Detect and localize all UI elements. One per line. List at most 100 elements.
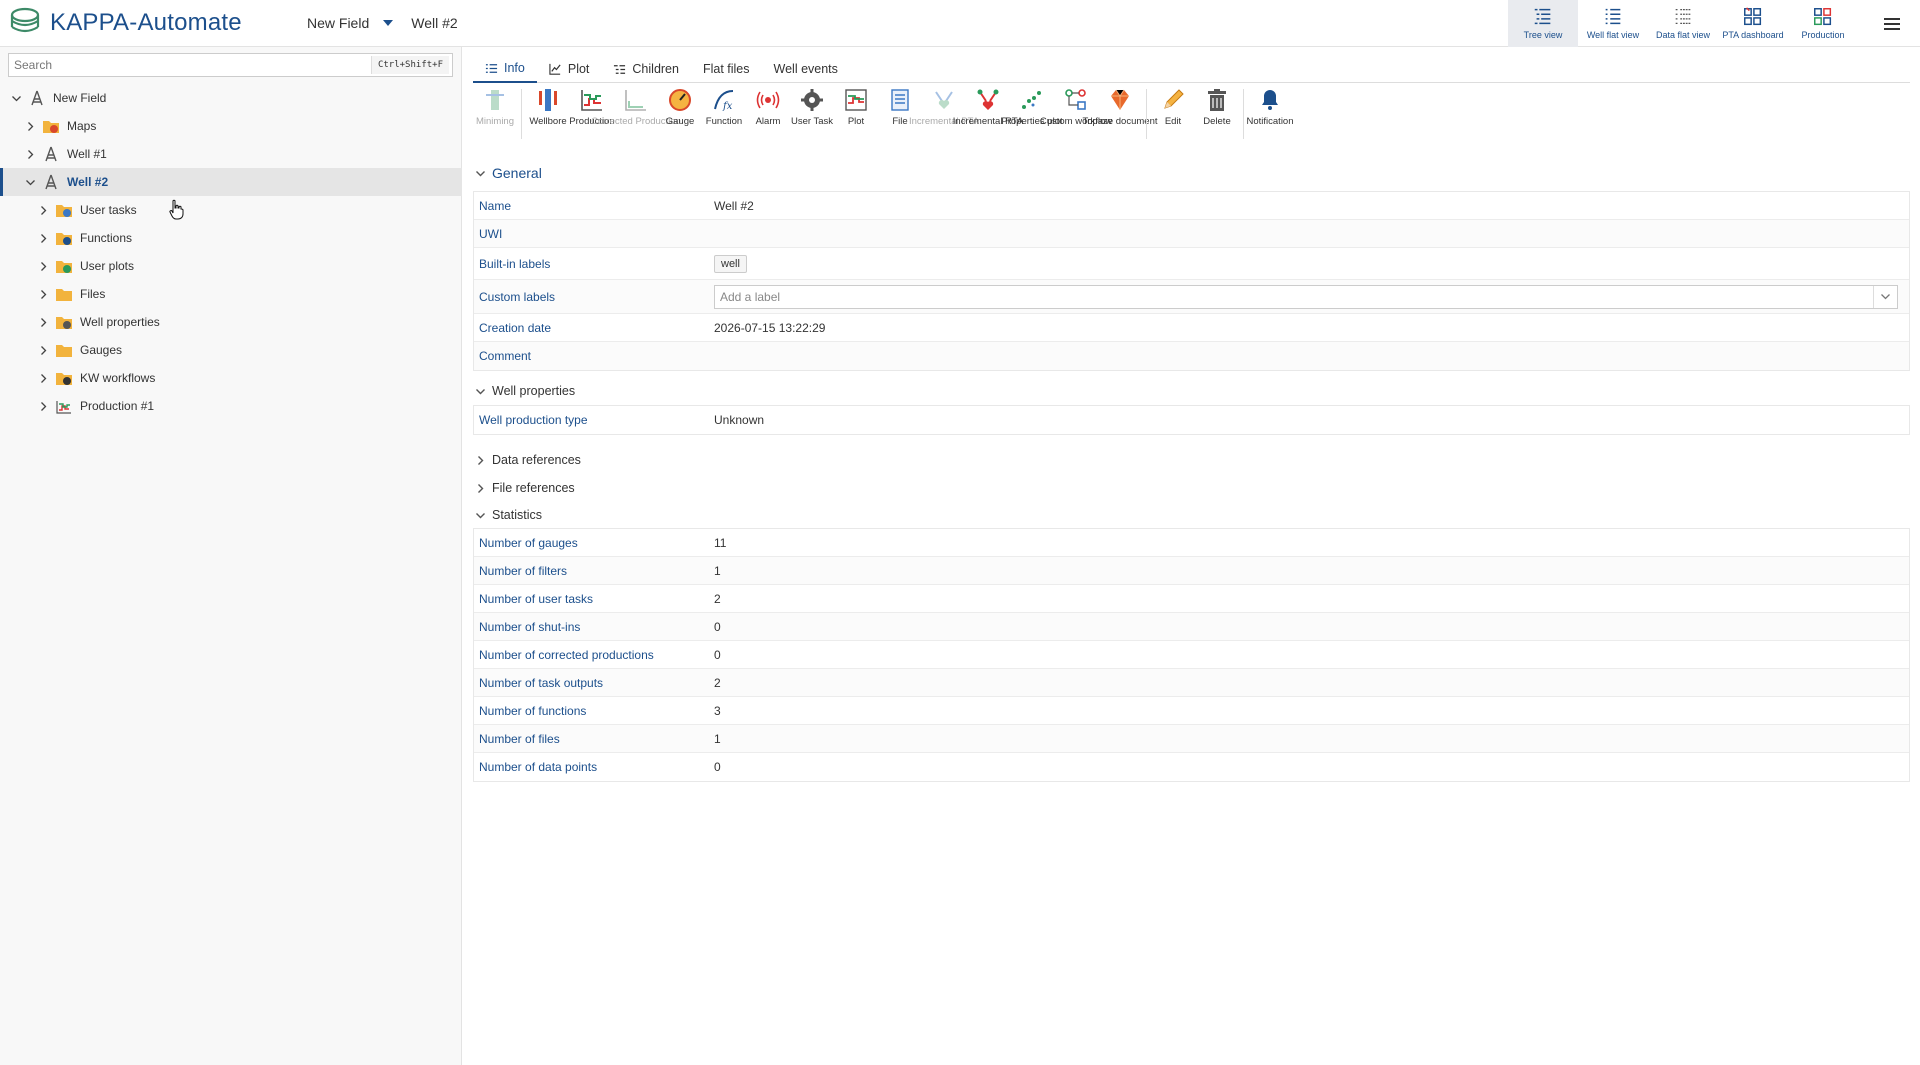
well-properties-table: Well production type Unknown xyxy=(473,405,1910,435)
chevron-right-icon[interactable] xyxy=(37,400,49,412)
list-icon xyxy=(485,63,498,73)
table-row: Creation date 2026-07-15 13:22:29 xyxy=(474,314,1909,342)
user-task-button[interactable]: User Task xyxy=(790,85,834,127)
breadcrumb: New Field Well #2 xyxy=(307,15,458,31)
plot-icon xyxy=(549,63,561,75)
table-row: UWI xyxy=(474,220,1909,248)
section-file-references-title: File references xyxy=(492,481,575,495)
notification-button[interactable]: Notification xyxy=(1247,85,1294,127)
chevron-right-icon[interactable] xyxy=(37,372,49,384)
chevron-down-icon[interactable] xyxy=(10,92,22,104)
gauge-button[interactable]: Gauge xyxy=(658,85,702,127)
label-chip: well xyxy=(714,254,747,273)
sidebar: Ctrl+Shift+F New Field Maps Well #1 Well #2… xyxy=(0,47,462,1065)
prop-value: Unknown xyxy=(714,413,765,427)
section-general-header[interactable]: General xyxy=(475,165,542,181)
function-button[interactable]: fx Function xyxy=(702,85,746,127)
prop-key: UWI xyxy=(479,226,503,241)
breadcrumb-well[interactable]: Well #2 xyxy=(411,15,457,31)
chevron-right-icon[interactable] xyxy=(24,120,36,132)
tab-flat-files[interactable]: Flat files xyxy=(691,55,762,83)
view-tree-view-button[interactable]: Tree view xyxy=(1508,0,1578,47)
view-well-flat-view-button[interactable]: Well flat view xyxy=(1578,0,1648,47)
gauges-folder-icon xyxy=(56,345,72,357)
object-tree: New Field Maps Well #1 Well #2 User tasks Fun… xyxy=(0,84,462,420)
chevron-right-icon[interactable] xyxy=(37,316,49,328)
prop-key: Well production type xyxy=(479,413,588,427)
children-icon xyxy=(614,64,626,74)
well-icon xyxy=(42,174,60,190)
wellbore-button[interactable]: Wellbore xyxy=(526,85,570,127)
tree-item-label: New Field xyxy=(53,91,107,105)
tree-item-maps[interactable]: Maps xyxy=(0,112,462,140)
statistics-table: Number of gauges 11 Number of filters 1 Numb… xyxy=(473,528,1910,782)
alarm-button[interactable]: Alarm xyxy=(746,85,790,127)
chevron-down-icon xyxy=(476,512,485,518)
chevron-right-icon[interactable] xyxy=(37,232,49,244)
tree-item-user-plots[interactable]: User plots xyxy=(0,252,462,280)
tree-item-new-field[interactable]: New Field xyxy=(0,84,462,112)
chevron-down-icon[interactable] xyxy=(383,20,394,26)
tree-item-kw-workflows[interactable]: KW workflows xyxy=(0,364,462,392)
label-dropdown-button[interactable] xyxy=(1873,285,1897,308)
field-icon xyxy=(31,90,43,106)
breadcrumb-field[interactable]: New Field xyxy=(307,15,369,31)
chevron-right-icon[interactable] xyxy=(24,148,36,160)
section-file-references-header[interactable]: File references xyxy=(475,481,575,495)
chevron-right-icon[interactable] xyxy=(37,260,49,272)
section-data-references-header[interactable]: Data references xyxy=(475,453,581,467)
topaze-document-button[interactable]: Topaze document xyxy=(1083,85,1158,127)
plot-button[interactable]: Plot xyxy=(834,85,878,127)
table-row: Number of user tasks 2 xyxy=(474,585,1909,613)
well-icon xyxy=(42,146,60,162)
delete-button[interactable]: Delete xyxy=(1195,85,1239,127)
tree-item-gauges[interactable]: Gauges xyxy=(0,336,462,364)
user-tasks-folder-icon xyxy=(56,205,72,217)
edit-button[interactable]: Edit xyxy=(1151,85,1195,127)
wellbore-icon xyxy=(539,89,557,111)
search-input[interactable] xyxy=(9,54,371,76)
incremental-pta-icon xyxy=(935,91,953,109)
tab-info[interactable]: Info xyxy=(473,55,537,83)
prop-value: 1 xyxy=(714,731,721,746)
table-row: Built-in labels well xyxy=(474,248,1909,280)
view-data-flat-view-button[interactable]: Data flat view xyxy=(1648,0,1718,47)
tree-item-user-tasks[interactable]: User tasks xyxy=(0,196,462,224)
add-label-input[interactable] xyxy=(715,289,1873,304)
tree-item-well-1[interactable]: Well #1 xyxy=(0,140,462,168)
prop-key: Number of gauges xyxy=(479,535,578,550)
top-bar: KAPPA-Automate New Field Well #2 Tree vi… xyxy=(0,0,1920,47)
chevron-right-icon[interactable] xyxy=(37,288,49,300)
view-pta-dashboard-button[interactable]: PTA dashboard xyxy=(1718,0,1788,47)
chevron-down-icon xyxy=(476,170,485,176)
app-logo[interactable]: KAPPA-Automate xyxy=(8,6,242,40)
prop-key: Number of shut-ins xyxy=(479,619,581,634)
tab-well-events[interactable]: Well events xyxy=(762,55,850,83)
prop-value: 0 xyxy=(714,647,721,662)
toolbar-label: Delete xyxy=(1203,116,1231,127)
chevron-right-icon[interactable] xyxy=(37,204,49,216)
files-folder-icon xyxy=(55,286,73,302)
chevron-down-icon xyxy=(25,179,35,185)
view-production-dashboard-button[interactable]: Production xyxy=(1788,0,1858,47)
chevron-right-icon[interactable] xyxy=(37,344,49,356)
app-title: KAPPA-Automate xyxy=(50,9,242,36)
section-statistics-header[interactable]: Statistics xyxy=(475,508,542,522)
tab-children[interactable]: Children xyxy=(601,55,691,83)
user-plots-folder-icon xyxy=(56,261,72,273)
tree-item-label: KW workflows xyxy=(80,371,156,385)
hamburger-menu-icon[interactable] xyxy=(1880,12,1904,36)
tree-item-well-properties[interactable]: Well properties xyxy=(0,308,462,336)
tree-item-well-2[interactable]: Well #2 xyxy=(0,168,462,196)
chevron-down-icon[interactable] xyxy=(24,176,36,188)
tree-item-files[interactable]: Files xyxy=(0,280,462,308)
view-switcher: Tree view Well flat view Data flat view PTA… xyxy=(1508,0,1858,47)
prop-key: Number of data points xyxy=(479,760,598,774)
tab-plot[interactable]: Plot xyxy=(537,55,602,83)
section-well-properties-header[interactable]: Well properties xyxy=(475,384,575,398)
chevron-down-icon xyxy=(1881,294,1890,300)
chevron-right-icon xyxy=(40,345,46,355)
tree-item-production-1[interactable]: Production #1 xyxy=(0,392,462,420)
tree-item-functions[interactable]: Functions xyxy=(0,224,462,252)
kappa-logo-icon xyxy=(10,7,40,33)
